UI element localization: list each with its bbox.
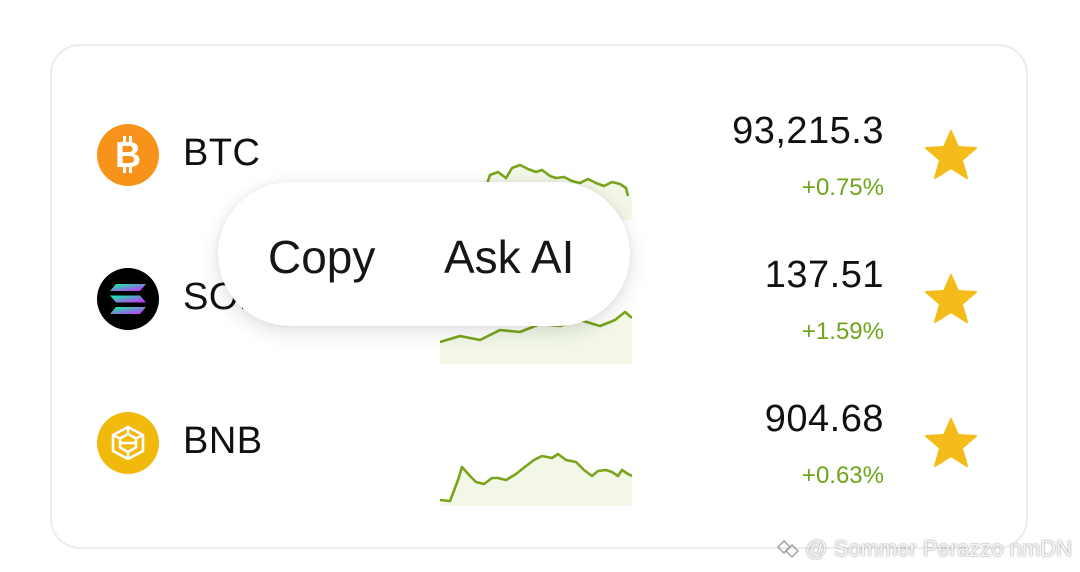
favorite-star-icon[interactable] bbox=[924, 417, 978, 469]
solana-icon bbox=[97, 268, 159, 330]
text-selection-popup: Copy Ask AI bbox=[218, 182, 630, 326]
favorite-star-icon[interactable] bbox=[924, 129, 978, 181]
coin-symbol: BNB bbox=[183, 420, 263, 462]
price-change: +0.63% bbox=[801, 462, 884, 489]
copy-button[interactable]: Copy bbox=[268, 230, 375, 284]
watermark: @ Sommer Perazzo nmDN bbox=[775, 536, 1072, 562]
watermark-logo-icon bbox=[777, 539, 800, 559]
price-change: +0.75% bbox=[801, 174, 884, 201]
coin-symbol: BTC bbox=[183, 132, 261, 174]
price-change: +1.59% bbox=[801, 318, 884, 345]
bnb-icon bbox=[97, 412, 159, 474]
watermark-text: @ Sommer Perazzo nmDN bbox=[805, 536, 1072, 561]
ask-ai-button[interactable]: Ask AI bbox=[444, 230, 574, 284]
coin-price: 137.51 bbox=[764, 254, 884, 296]
bitcoin-icon: B bbox=[97, 124, 159, 186]
coin-price: 93,215.3 bbox=[732, 110, 884, 152]
favorite-star-icon[interactable] bbox=[924, 273, 978, 325]
svg-text:B: B bbox=[115, 135, 141, 175]
list-item-bnb[interactable]: BNB 904.68 +0.63% bbox=[52, 374, 1026, 514]
coin-price: 904.68 bbox=[764, 398, 884, 440]
sparkline-chart bbox=[440, 452, 632, 506]
